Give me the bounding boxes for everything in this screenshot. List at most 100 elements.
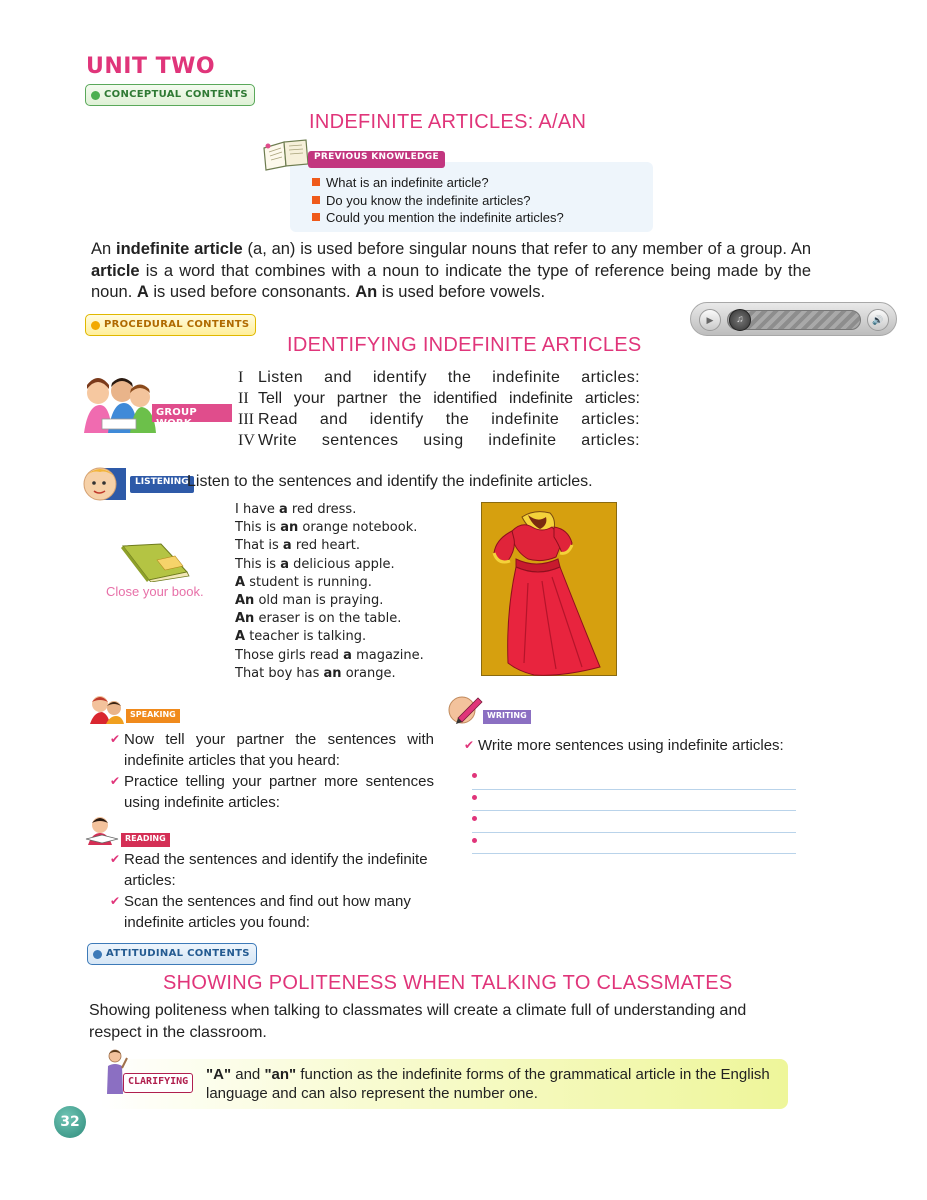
- attitudinal-heading: SHOWING POLITENESS WHEN TALKING TO CLASS…: [163, 972, 733, 994]
- sentence-text: eraser is on the table.: [254, 611, 402, 627]
- writing-line[interactable]: [472, 811, 796, 833]
- politeness-paragraph: Showing politeness when talking to class…: [89, 1002, 747, 1041]
- closed-book-icon: [121, 543, 190, 582]
- intro-bold: article: [91, 261, 140, 280]
- speaking-children-icon: [90, 696, 124, 724]
- listening-instruction: Listen to the sentences and identify the…: [187, 473, 593, 490]
- sentence-text: That is: [235, 538, 283, 554]
- sentence: That is a red heart.: [235, 537, 424, 555]
- step-number: II: [238, 390, 249, 407]
- article-highlight: A: [235, 574, 246, 590]
- sentence: A student is running.: [235, 574, 424, 592]
- unit-title: UNIT TWO: [86, 54, 216, 79]
- sentence: A teacher is talking.: [235, 628, 424, 646]
- writing-hand-icon: [448, 696, 483, 724]
- listening-label: LISTENING: [130, 476, 194, 493]
- speaking-list: Now tell your partner the sentences with…: [110, 729, 434, 813]
- reading-child-icon: [85, 817, 119, 845]
- previous-knowledge-label: PREVIOUS KNOWLEDGE: [308, 151, 445, 168]
- play-icon[interactable]: ▶: [699, 309, 721, 331]
- list-item: What is an indefinite article?: [312, 174, 564, 192]
- sentence-text: This is: [235, 556, 281, 572]
- intro-bold: An: [355, 283, 378, 301]
- volume-icon[interactable]: 🔊: [867, 309, 889, 331]
- step-row: I Listen and identify the indefinite arti…: [238, 367, 640, 388]
- writing-line[interactable]: [472, 768, 796, 790]
- audio-progress-handle[interactable]: ♫: [729, 309, 751, 331]
- audio-player[interactable]: ▶ ♫ 🔊: [690, 302, 897, 336]
- sentence: An old man is praying.: [235, 592, 424, 610]
- red-dress-illustration: [481, 502, 617, 676]
- intro-paragraph: An indefinite article (a, an) is used be…: [91, 239, 811, 304]
- intro-text: is used before consonants.: [148, 283, 356, 301]
- red-dress-icon: [492, 511, 601, 676]
- previous-knowledge-list: What is an indefinite article? Do you kn…: [312, 174, 564, 227]
- step-text: Read and identify the indefinite article…: [258, 411, 640, 428]
- intro-bold: A: [136, 283, 149, 301]
- intro-text: is used before vowels.: [377, 283, 546, 301]
- procedural-heading: IDENTIFYING INDEFINITE ARTICLES: [287, 334, 642, 356]
- writing-label: WRITING: [483, 710, 531, 724]
- sentence: That boy has an orange.: [235, 665, 424, 683]
- clarifying-label: CLARIFYING: [123, 1073, 194, 1093]
- group-work-label: GROUP WORK: [152, 404, 232, 429]
- sentence-text: This is: [235, 520, 281, 536]
- sentence-text: red heart.: [291, 538, 361, 554]
- article-highlight: a: [343, 647, 352, 663]
- sentence: This is an orange notebook.: [235, 519, 424, 537]
- step-row: II Tell your partner the identified indef…: [238, 388, 640, 409]
- open-book-icon: [263, 139, 309, 171]
- article-highlight: an: [323, 665, 342, 681]
- writing-instruction-box: Write more sentences using indefinite ar…: [464, 735, 809, 756]
- step-row: III Read and identify the indefinite arti…: [238, 409, 640, 430]
- list-item: Now tell your partner the sentences with…: [110, 729, 434, 771]
- procedural-contents-label: PROCEDURAL CONTENTS: [104, 319, 250, 330]
- article-highlight: a: [280, 556, 289, 572]
- sentence-text: orange.: [341, 665, 396, 681]
- article-highlight: An: [235, 611, 255, 627]
- intro-text: An: [91, 240, 116, 258]
- intro-text: (a, an) is used before singular nouns th…: [242, 240, 812, 258]
- tag-dot-icon: [93, 950, 102, 959]
- article-highlight: A: [235, 629, 246, 645]
- sentence: Those girls read a magazine.: [235, 647, 424, 665]
- sentence: This is a delicious apple.: [235, 556, 424, 574]
- writing-lines: [472, 768, 796, 854]
- attitudinal-contents-label: ATTITUDINAL CONTENTS: [106, 948, 250, 959]
- step-row: IV Write sentences using indefinite artic…: [238, 430, 640, 451]
- procedural-contents-tag: PROCEDURAL CONTENTS: [85, 314, 257, 336]
- sentence-list: I have a red dress. This is an orange no…: [235, 501, 424, 683]
- page-number: 32: [54, 1106, 86, 1138]
- sentence-text: old man is praying.: [254, 593, 384, 609]
- clarify-plain: and: [231, 1066, 265, 1083]
- article-highlight: a: [279, 502, 288, 517]
- writing-line[interactable]: [472, 833, 796, 854]
- sentence-text: teacher is talking.: [245, 629, 367, 645]
- conceptual-contents-label: CONCEPTUAL CONTENTS: [104, 89, 248, 100]
- intro-bold: indefinite article: [115, 240, 243, 258]
- article-highlight: an: [280, 520, 299, 536]
- reading-label: READING: [121, 833, 170, 847]
- writing-line[interactable]: [472, 790, 796, 811]
- conceptual-heading: INDEFINITE ARTICLES: A/AN: [309, 111, 587, 133]
- step-number: III: [238, 411, 254, 428]
- reading-list: Read the sentences and identify the inde…: [110, 849, 436, 933]
- step-text: Write sentences using indefinite article…: [258, 432, 640, 449]
- attitudinal-contents-tag: ATTITUDINAL CONTENTS: [87, 943, 257, 965]
- children-group-icon: [84, 378, 156, 433]
- writing-instruction: Write more sentences using indefinite ar…: [464, 735, 809, 756]
- list-item: Do you know the indefinite articles?: [312, 192, 564, 210]
- list-item: Scan the sentences and find out how many…: [110, 891, 436, 933]
- article-highlight: An: [235, 593, 255, 609]
- list-item: Practice telling your partner more sente…: [110, 771, 434, 813]
- sentence: I have a red dress.: [235, 501, 424, 519]
- sentence-text: red dress.: [287, 502, 357, 517]
- sentence-text: student is running.: [245, 574, 372, 590]
- clarify-bold: "A": [206, 1066, 232, 1083]
- step-number: IV: [238, 432, 255, 449]
- tag-dot-icon: [91, 91, 100, 100]
- sentence-text: That boy has: [235, 665, 324, 681]
- article-highlight: a: [282, 538, 292, 554]
- step-text: Listen and identify the indefinite artic…: [258, 369, 640, 386]
- list-item: Could you mention the indefinite article…: [312, 209, 564, 227]
